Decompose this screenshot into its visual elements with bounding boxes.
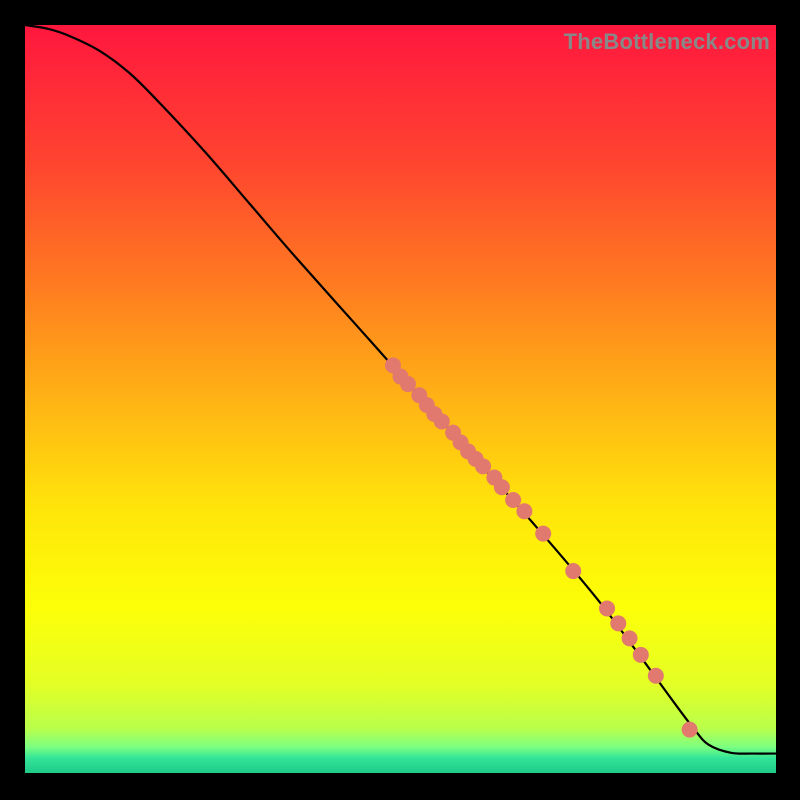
highlight-point	[599, 600, 615, 616]
highlight-point	[622, 630, 638, 646]
highlight-point	[648, 668, 664, 684]
highlight-point	[535, 526, 551, 542]
highlight-point	[565, 563, 581, 579]
highlight-point	[516, 503, 532, 519]
highlight-point	[682, 722, 698, 738]
watermark-label: TheBottleneck.com	[564, 29, 770, 55]
chart-frame: TheBottleneck.com	[25, 25, 776, 773]
highlight-point	[633, 647, 649, 663]
highlight-point	[494, 479, 510, 495]
highlight-point	[610, 615, 626, 631]
plot-background	[25, 25, 776, 773]
bottleneck-chart	[25, 25, 776, 773]
